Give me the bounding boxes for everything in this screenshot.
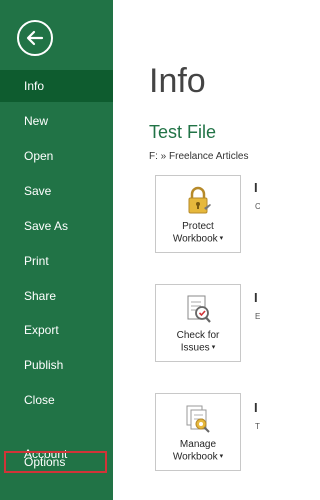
dropdown-caret-icon: ▾ <box>219 453 224 460</box>
manage-workbook-label-line2: Workbook <box>172 451 218 463</box>
page-title: Info <box>149 62 206 100</box>
menu-item-export[interactable]: Export <box>0 314 113 346</box>
protect-section-title: I <box>254 180 258 195</box>
inspect-section-desc: E <box>255 312 260 321</box>
back-arrow-icon <box>26 30 44 46</box>
menu-item-publish[interactable]: Publish <box>0 349 113 381</box>
inspect-document-icon <box>187 295 211 323</box>
menu-item-info[interactable]: Info <box>0 70 113 102</box>
menu-item-save-as[interactable]: Save As <box>0 210 113 242</box>
versions-section-desc: T <box>255 422 260 431</box>
dropdown-caret-icon: ▾ <box>219 235 224 242</box>
file-name: Test File <box>149 122 217 142</box>
protect-workbook-label-line1: Protect <box>182 221 214 232</box>
protect-section-desc: C <box>255 202 260 211</box>
menu-item-close[interactable]: Close <box>0 384 113 416</box>
manage-workbook-label-line1: Manage <box>179 439 217 450</box>
file-path[interactable]: F: » Freelance Articles <box>149 151 248 162</box>
protect-workbook-label-line2: Workbook <box>172 233 218 245</box>
menu-item-new[interactable]: New <box>0 105 113 137</box>
versions-section-title: I <box>254 400 258 415</box>
protect-workbook-button[interactable]: Protect Workbook ▾ <box>155 175 241 253</box>
manage-workbook-button[interactable]: Manage Workbook ▾ <box>155 393 241 471</box>
check-for-issues-label-line1: Check for <box>176 330 220 341</box>
check-for-issues-label-line2: Issues <box>180 342 210 354</box>
menu-item-options[interactable]: Options <box>0 446 113 478</box>
menu-item-save[interactable]: Save <box>0 175 113 207</box>
manage-workbook-icon <box>186 405 210 433</box>
backstage-sidebar: Info New Open Save Save As Print Share E… <box>0 0 113 500</box>
menu-item-open[interactable]: Open <box>0 140 113 172</box>
info-panel: Info Test File F: » Freelance Articles P… <box>113 0 260 500</box>
lock-icon <box>188 186 211 214</box>
check-for-issues-button[interactable]: Check for Issues ▾ <box>155 284 241 362</box>
dropdown-caret-icon: ▾ <box>211 344 216 351</box>
inspect-section-title: I <box>254 290 258 305</box>
menu-item-print[interactable]: Print <box>0 245 113 277</box>
menu-item-share[interactable]: Share <box>0 280 113 312</box>
back-button[interactable] <box>17 20 53 56</box>
